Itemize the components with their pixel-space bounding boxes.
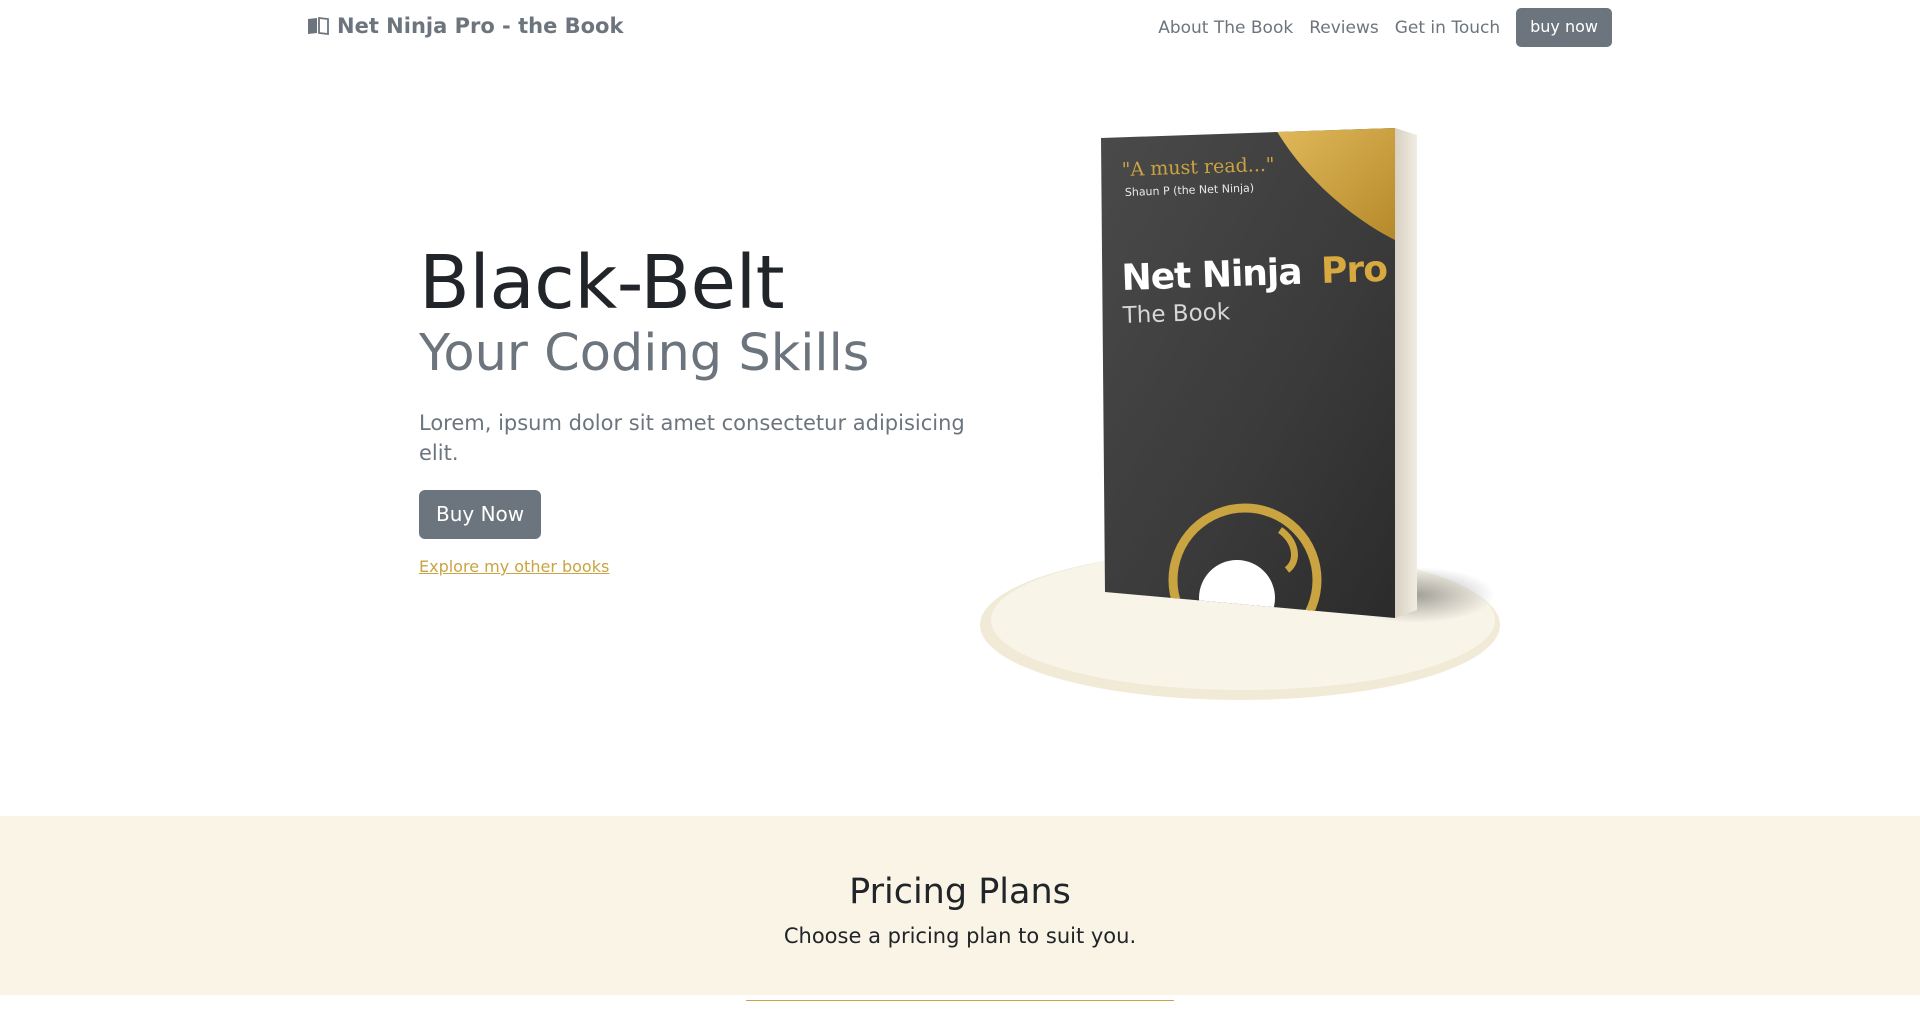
open-book-icon [307, 17, 329, 35]
hero-title: Black-Belt [419, 240, 785, 326]
nav-link-reviews[interactable]: Reviews [1301, 10, 1387, 46]
nav-link-contact[interactable]: Get in Touch [1387, 10, 1508, 46]
pricing-section: Pricing Plans Choose a pricing plan to s… [0, 816, 1920, 1020]
cover-title-gold: Pro [1320, 249, 1388, 292]
pricing-title: Pricing Plans [849, 872, 1071, 912]
hero-section: Black-Belt Your Coding Skills Lorem, ips… [419, 236, 979, 576]
hero-buy-now-button[interactable]: Buy Now [419, 490, 542, 539]
pricing-card [746, 1000, 1174, 1020]
pricing-subtitle: Choose a pricing plan to suit you. [783, 924, 1137, 948]
navbar: Net Ninja Pro - the Book About The Book … [0, 0, 1920, 56]
hero-subtitle: Your Coding Skills [419, 324, 870, 383]
explore-books-link[interactable]: Explore my other books [419, 557, 979, 576]
brand-title: Net Ninja Pro - the Book [337, 14, 624, 38]
hero-lead-text: Lorem, ipsum dolor sit amet consectetur … [419, 411, 965, 465]
brand-link[interactable]: Net Ninja Pro - the Book [307, 14, 623, 38]
nav-links: About The Book Reviews Get in Touch buy … [1150, 8, 1612, 47]
cover-subtitle: The Book [1121, 299, 1231, 329]
cover-title-white: Net Ninja [1121, 252, 1302, 299]
nav-link-about[interactable]: About The Book [1150, 10, 1301, 46]
nav-buy-now-button[interactable]: buy now [1516, 8, 1612, 47]
book-cover-image: "A must read..." Shaun P (the Net Ninja)… [975, 120, 1505, 710]
